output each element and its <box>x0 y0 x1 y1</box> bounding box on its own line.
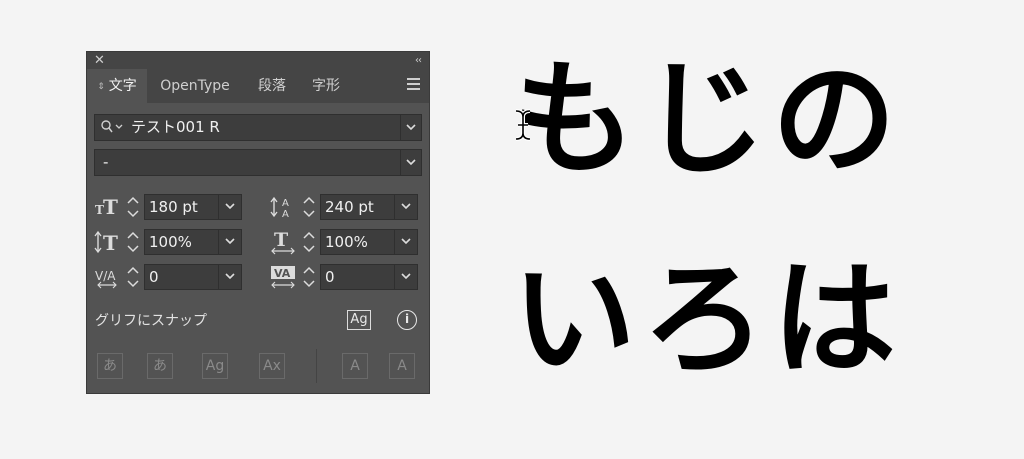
font-size-row: T T 180 pt <box>94 194 244 220</box>
leading-icon: A A <box>270 196 289 220</box>
canvas-text-line-2[interactable]: いろは <box>512 258 902 382</box>
kerning-input[interactable]: 0 <box>144 264 242 290</box>
horizontal-scale-input[interactable]: 100% <box>320 229 418 255</box>
snap-to-glyph-label: グリフにスナップ <box>95 313 207 329</box>
font-style-field[interactable]: - <box>94 149 422 176</box>
close-icon[interactable]: ✕ <box>94 52 105 69</box>
vertical-scale-icon: T <box>94 230 118 255</box>
collapse-icon[interactable]: ‹‹ <box>415 52 422 69</box>
leading-row: A A 240 pt <box>270 194 420 220</box>
snap-button-proximity[interactable]: Ax <box>259 353 285 379</box>
snap-button-angular[interactable]: A <box>342 353 368 379</box>
chevron-down-icon[interactable] <box>218 195 241 219</box>
search-icon <box>101 120 123 133</box>
panel-titlebar: ✕ ‹‹ <box>87 52 429 69</box>
tracking-row: VA 0 <box>270 264 420 290</box>
svg-text:T: T <box>274 229 288 251</box>
tracking-input[interactable]: 0 <box>320 264 418 290</box>
svg-text:A: A <box>282 209 289 220</box>
stepper-icon[interactable] <box>300 229 318 255</box>
stepper-icon[interactable] <box>300 264 318 290</box>
character-panel: ✕ ‹‹ ⇕文字 OpenType 段落 字形 テスト001 R - T T <box>86 51 430 394</box>
kerning-row: V/A 0 <box>94 264 244 290</box>
chevron-down-icon[interactable] <box>218 265 241 289</box>
horizontal-scale-row: T 100% <box>270 229 420 255</box>
text-cursor-icon <box>515 109 531 141</box>
svg-text:T: T <box>103 195 118 219</box>
vertical-scale-input[interactable]: 100% <box>144 229 242 255</box>
font-family-value: テスト001 R <box>131 118 220 136</box>
stepper-icon[interactable] <box>124 229 142 255</box>
snap-button-baseline[interactable]: あ <box>97 353 123 379</box>
svg-text:T: T <box>103 231 118 255</box>
chevron-down-icon[interactable] <box>394 195 417 219</box>
stepper-icon[interactable] <box>300 194 318 220</box>
tab-opentype[interactable]: OpenType <box>149 69 241 103</box>
tab-character[interactable]: ⇕ 文字 <box>87 69 147 103</box>
stepper-icon[interactable] <box>124 194 142 220</box>
snap-button-glyph-bounds[interactable]: Ag <box>202 353 228 379</box>
tracking-icon: VA <box>271 266 295 289</box>
font-style-value: - <box>103 153 109 171</box>
tab-paragraph[interactable]: 段落 <box>247 69 297 103</box>
font-size-icon: T T <box>95 195 118 219</box>
chevron-down-icon[interactable] <box>394 265 417 289</box>
reorder-icon: ⇕ <box>97 82 105 92</box>
kerning-icon: V/A <box>95 269 117 289</box>
tab-glyphs[interactable]: 字形 <box>301 69 351 103</box>
snap-button-x-height[interactable]: あ <box>147 353 173 379</box>
chevron-down-icon[interactable] <box>218 230 241 254</box>
svg-text:A: A <box>282 198 289 209</box>
svg-text:VA: VA <box>274 267 291 280</box>
chevron-down-icon[interactable] <box>400 150 421 175</box>
chevron-down-icon[interactable] <box>394 230 417 254</box>
font-size-input[interactable]: 180 pt <box>144 194 242 220</box>
panel-menu-icon[interactable] <box>407 78 420 93</box>
horizontal-scale-icon: T <box>271 229 295 255</box>
font-family-field[interactable]: テスト001 R <box>94 114 422 141</box>
svg-text:V/A: V/A <box>95 269 116 283</box>
chevron-down-icon[interactable] <box>400 115 421 140</box>
snap-button-anchor[interactable]: A <box>389 353 415 379</box>
divider <box>316 349 317 383</box>
stepper-icon[interactable] <box>124 264 142 290</box>
leading-input[interactable]: 240 pt <box>320 194 418 220</box>
vertical-scale-row: T 100% <box>94 229 244 255</box>
snap-glyph-options-icon[interactable]: Ag <box>347 310 371 330</box>
panel-tabs: ⇕ 文字 OpenType 段落 字形 <box>87 69 429 103</box>
info-icon[interactable]: i <box>397 310 417 330</box>
canvas-text-line-1[interactable]: もじの <box>512 58 902 182</box>
